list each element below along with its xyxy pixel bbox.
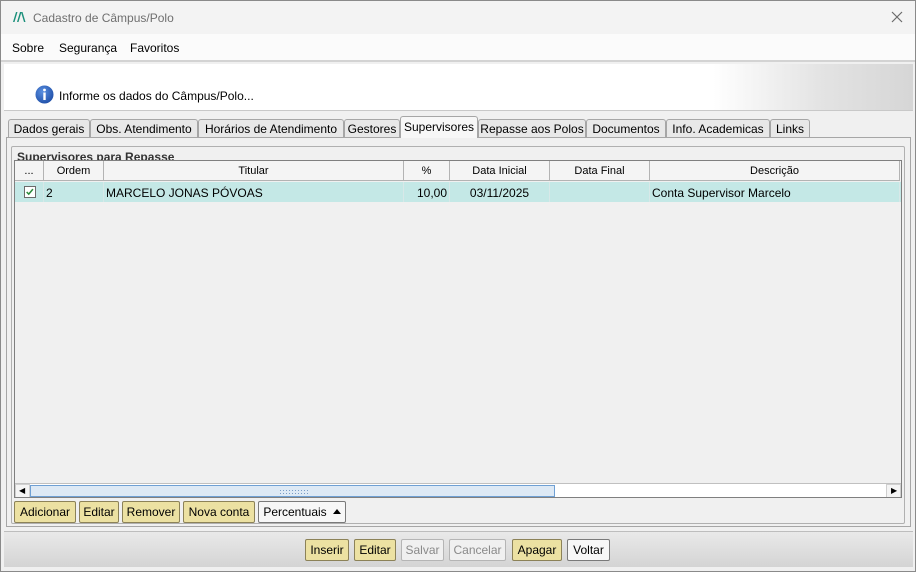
menu-seguranca[interactable]: Segurança — [59, 41, 117, 55]
supervisores-grid[interactable]: ... Ordem Titular % Data Inicial Data Fi… — [14, 160, 902, 498]
editar-label: Editar — [359, 543, 391, 557]
cell-descricao: Conta Supervisor Marcelo — [650, 182, 900, 202]
inserir-button[interactable]: Inserir — [305, 539, 349, 561]
tab-documentos[interactable]: Documentos — [586, 119, 666, 138]
col-header-titular[interactable]: Titular — [104, 161, 404, 181]
salvar-button[interactable]: Salvar — [401, 539, 444, 561]
col-header-select[interactable]: ... — [15, 161, 44, 181]
app-window: Cadastro de Câmpus/Polo Sobre Segurança … — [0, 0, 916, 572]
scroll-right-button[interactable]: ▶ — [886, 484, 901, 497]
cancelar-button[interactable]: Cancelar — [449, 539, 506, 561]
cancelar-label: Cancelar — [453, 543, 502, 557]
cell-select[interactable] — [15, 182, 44, 202]
cell-data-inicial: 03/11/2025 — [450, 182, 550, 202]
menu-bar: Sobre Segurança Favoritos — [1, 34, 915, 62]
voltar-button[interactable]: Voltar — [567, 539, 610, 561]
cell-percent: 10,00 — [404, 182, 450, 202]
col-header-percent[interactable]: % — [404, 161, 450, 181]
cell-ordem: 2 — [44, 182, 104, 202]
nova-conta-label: Nova conta — [188, 505, 250, 519]
caret-up-icon — [332, 509, 341, 514]
info-icon — [35, 85, 54, 104]
tab-panel-supervisores: Supervisores para Repasse ... Ordem Titu… — [6, 137, 911, 527]
scroll-thumb[interactable] — [30, 485, 555, 497]
menu-sobre[interactable]: Sobre — [12, 41, 44, 55]
tab-horarios-atendimento[interactable]: Horários de Atendimento — [198, 119, 344, 138]
cell-titular: MARCELO JONAS PÓVOAS — [104, 182, 404, 202]
remover-label: Remover — [126, 505, 176, 519]
remover-button[interactable]: Remover — [122, 501, 180, 523]
title-bar: Cadastro de Câmpus/Polo — [1, 1, 915, 34]
tab-info-academicas[interactable]: Info. Academicas — [666, 119, 770, 138]
editar-button[interactable]: Editar — [354, 539, 396, 561]
horizontal-scrollbar[interactable]: ◀ ▶ — [15, 483, 901, 497]
window-title: Cadastro de Câmpus/Polo — [33, 11, 174, 25]
scroll-left-button[interactable]: ◀ — [15, 484, 30, 497]
checkmark-icon — [26, 188, 34, 196]
col-header-data-final[interactable]: Data Final — [550, 161, 650, 181]
tab-repasse-polos[interactable]: Repasse aos Polos — [478, 119, 586, 138]
app-logo-icon — [13, 12, 26, 22]
percentuais-label: Percentuais — [263, 505, 327, 519]
menu-favoritos[interactable]: Favoritos — [130, 41, 179, 55]
close-icon[interactable] — [889, 9, 905, 25]
tab-dados-gerais[interactable]: Dados gerais — [8, 119, 90, 138]
tab-gestores[interactable]: Gestores — [344, 119, 400, 138]
scroll-left-icon: ◀ — [19, 486, 26, 495]
editar-row-label: Editar — [83, 505, 115, 519]
nova-conta-button[interactable]: Nova conta — [183, 501, 255, 523]
cell-data-final — [550, 182, 650, 202]
apagar-button[interactable]: Apagar — [512, 539, 562, 561]
percentuais-button[interactable]: Percentuais — [258, 501, 346, 523]
tab-obs-atendimento[interactable]: Obs. Atendimento — [90, 119, 198, 138]
tab-supervisores[interactable]: Supervisores — [400, 116, 478, 138]
adicionar-button[interactable]: Adicionar — [14, 501, 76, 523]
info-text: Informe os dados do Câmpus/Polo... — [59, 89, 254, 103]
col-header-data-inicial[interactable]: Data Inicial — [450, 161, 550, 181]
tab-strip: Dados gerais Obs. Atendimento Horários d… — [6, 116, 911, 138]
table-row[interactable]: 2 MARCELO JONAS PÓVOAS 10,00 03/11/2025 … — [15, 182, 901, 202]
salvar-label: Salvar — [405, 543, 440, 557]
footer-bar: Inserir Editar Salvar Cancelar Apagar Vo… — [4, 531, 913, 567]
row-checkbox[interactable] — [24, 186, 36, 198]
info-panel: Informe os dados do Câmpus/Polo... — [4, 64, 913, 111]
inserir-label: Inserir — [310, 543, 344, 557]
apagar-label: Apagar — [517, 543, 557, 557]
scroll-grip — [279, 489, 309, 495]
voltar-label: Voltar — [573, 543, 604, 557]
col-header-ordem[interactable]: Ordem — [44, 161, 104, 181]
adicionar-label: Adicionar — [19, 505, 71, 519]
col-header-descricao[interactable]: Descrição — [650, 161, 900, 181]
scroll-right-icon: ▶ — [891, 486, 898, 495]
editar-row-button[interactable]: Editar — [79, 501, 119, 523]
grid-header: ... Ordem Titular % Data Inicial Data Fi… — [15, 161, 901, 181]
supervisores-groupbox: Supervisores para Repasse ... Ordem Titu… — [11, 146, 905, 524]
tab-links[interactable]: Links — [770, 119, 810, 138]
